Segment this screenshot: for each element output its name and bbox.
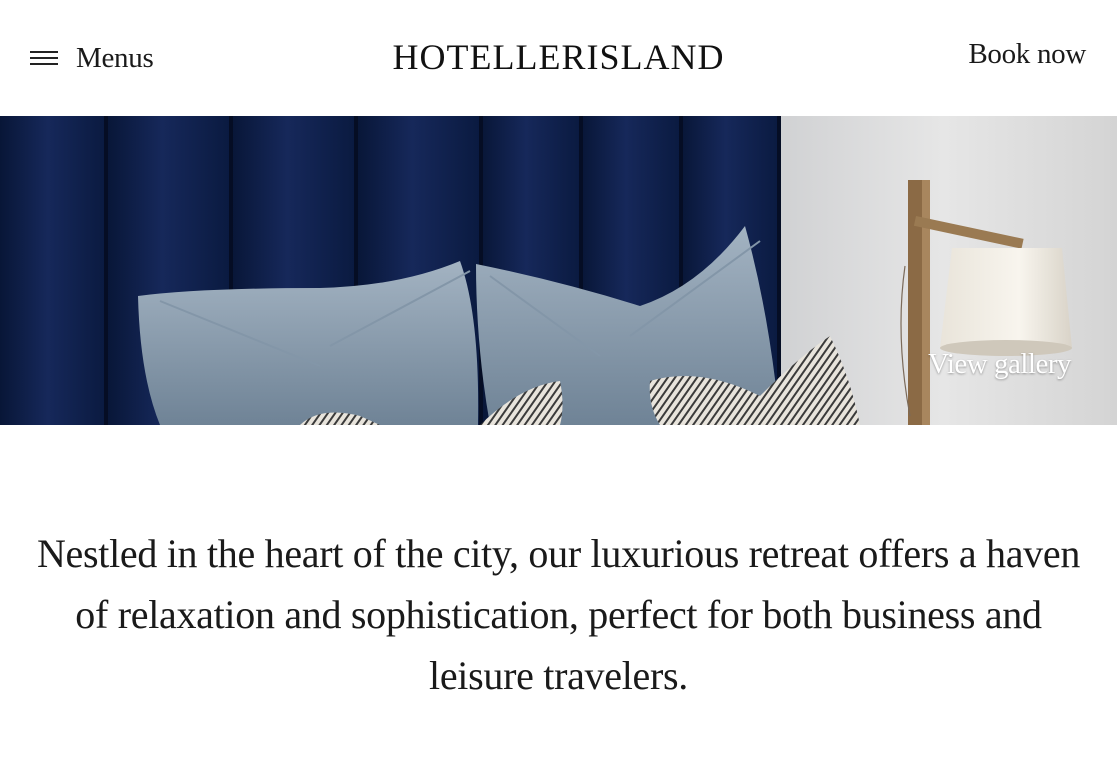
site-header: Menus HOTELLERISLAND Book now: [0, 0, 1117, 116]
hero-image: View gallery: [0, 116, 1117, 425]
site-logo[interactable]: HOTELLERISLAND: [0, 36, 1117, 78]
intro-text: Nestled in the heart of the city, our lu…: [36, 531, 1081, 698]
view-gallery-link[interactable]: View gallery: [928, 348, 1071, 381]
book-now-button[interactable]: Book now: [968, 38, 1086, 71]
